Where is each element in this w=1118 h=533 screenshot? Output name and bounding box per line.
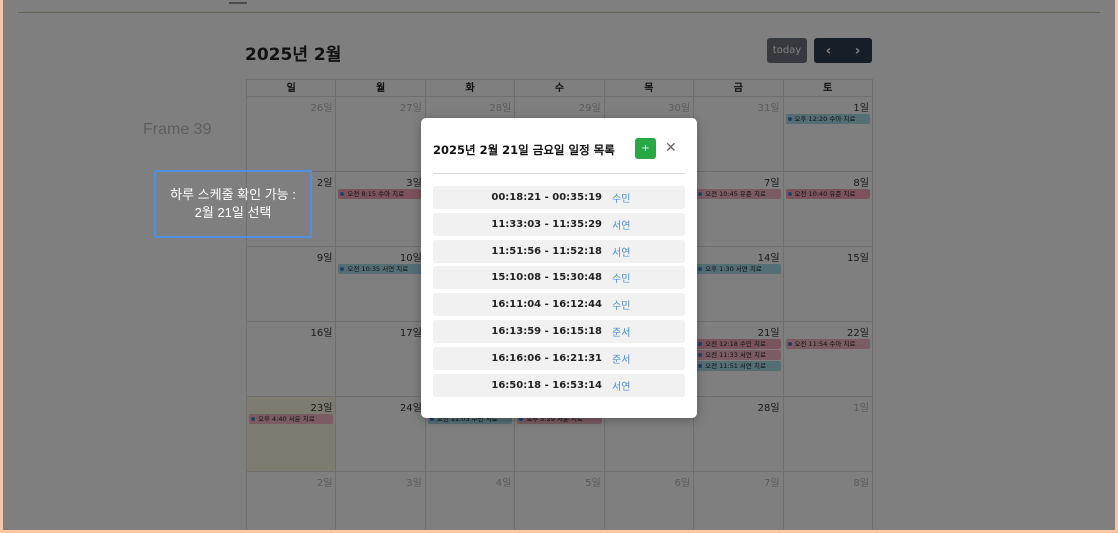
- schedule-item[interactable]: 16:13:59 - 16:15:18 준서: [433, 319, 685, 343]
- schedule-item[interactable]: 11:33:03 - 11:35:29 서연: [433, 212, 685, 236]
- schedule-item[interactable]: 15:10:08 - 15:30:48 수민: [433, 266, 685, 290]
- schedule-time: 11:33:03 - 11:35:29: [491, 218, 602, 230]
- frame-label: Frame 39: [143, 121, 212, 138]
- add-schedule-button[interactable]: +: [635, 138, 656, 159]
- schedule-name-link[interactable]: 서연: [612, 378, 630, 393]
- schedule-name-link[interactable]: 준서: [612, 351, 630, 366]
- schedule-item[interactable]: 00:18:21 - 00:35:19 수민: [433, 186, 685, 209]
- schedule-time: 15:10:08 - 15:30:48: [491, 272, 602, 284]
- schedule-time: 11:51:56 - 11:52:18: [491, 245, 602, 257]
- schedule-name-link[interactable]: 수민: [612, 270, 630, 285]
- schedule-item[interactable]: 11:51:56 - 11:52:18 서연: [433, 239, 685, 263]
- schedule-item[interactable]: 16:16:06 - 16:21:31 준서: [433, 346, 685, 370]
- schedule-modal: 2025년 2월 21일 금요일 일정 목록 + ✕ 00:18:21 - 00…: [421, 118, 697, 418]
- schedule-time: 00:18:21 - 00:35:19: [491, 192, 602, 203]
- annotation-box: 하루 스케줄 확인 가능 : 2월 21일 선택: [154, 170, 312, 238]
- schedule-name-link[interactable]: 서연: [612, 244, 630, 259]
- schedule-time: 16:11:04 - 16:12:44: [491, 299, 602, 311]
- schedule-name-link[interactable]: 준서: [612, 324, 630, 339]
- schedule-list: 00:18:21 - 00:35:19 수민 11:33:03 - 11:35:29…: [433, 186, 685, 400]
- schedule-name-link[interactable]: 서연: [612, 217, 630, 232]
- schedule-item[interactable]: 16:11:04 - 16:12:44 수민: [433, 293, 685, 317]
- schedule-time: 16:13:59 - 16:15:18: [491, 325, 602, 337]
- modal-title: 2025년 2월 21일 금요일 일정 목록: [433, 143, 615, 157]
- modal-divider: [433, 173, 685, 174]
- schedule-time: 16:50:18 - 16:53:14: [491, 379, 602, 391]
- annotation-line-2: 2월 21일 선택: [194, 205, 272, 220]
- app-frame: 2025년 2월 today ‹ › 일월화수목금토 26일27일28일29일3…: [3, 0, 1115, 530]
- schedule-time: 16:16:06 - 16:21:31: [491, 352, 602, 364]
- close-icon[interactable]: ✕: [665, 140, 677, 156]
- annotation-line-1: 하루 스케줄 확인 가능 :: [170, 187, 296, 202]
- schedule-item[interactable]: 16:50:18 - 16:53:14 서연: [433, 373, 685, 397]
- schedule-name-link[interactable]: 수민: [612, 297, 630, 312]
- schedule-name-link[interactable]: 수민: [612, 190, 630, 205]
